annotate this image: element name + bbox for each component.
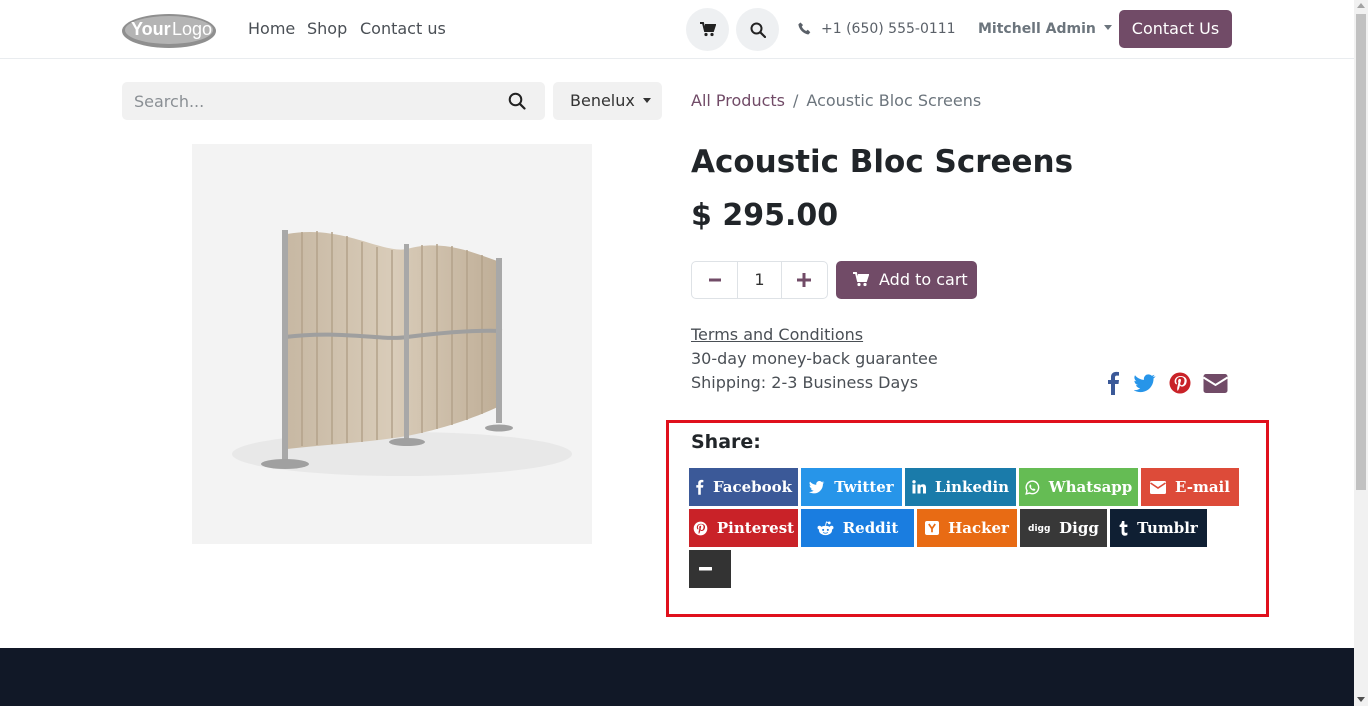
pricelist-dropdown[interactable]: Benelux xyxy=(553,82,662,120)
scroll-thumb[interactable] xyxy=(1356,14,1366,490)
share-reddit-button[interactable]: Reddit xyxy=(801,509,914,547)
email-icon[interactable] xyxy=(1203,371,1228,395)
share-hacker-label: Hacker xyxy=(948,519,1009,537)
quantity-increase-button[interactable] xyxy=(782,262,827,298)
share-pinterest-button[interactable]: Pinterest xyxy=(689,509,798,547)
breadcrumb: All Products / Acoustic Bloc Screens xyxy=(691,91,981,110)
linkedin-icon xyxy=(912,480,926,494)
minus-icon xyxy=(708,278,721,282)
search-input[interactable] xyxy=(122,82,502,120)
share-reddit-label: Reddit xyxy=(842,519,899,537)
chevron-down-icon xyxy=(1103,25,1112,30)
scroll-down-icon[interactable] xyxy=(1357,697,1365,702)
plus-icon xyxy=(797,273,812,287)
share-whatsapp-label: Whatsapp xyxy=(1048,478,1133,496)
quantity-stepper: 1 xyxy=(691,261,828,299)
facebook-icon[interactable] xyxy=(1106,371,1120,395)
share-twitter-button[interactable]: Twitter xyxy=(801,468,902,506)
phone-icon xyxy=(798,22,811,35)
nav-home[interactable]: Home xyxy=(248,19,295,38)
guarantee-text: 30-day money-back guarantee xyxy=(691,349,938,368)
share-whatsapp-button[interactable]: Whatsapp xyxy=(1019,468,1138,506)
tumblr-icon xyxy=(1119,520,1128,536)
whatsapp-icon xyxy=(1024,479,1040,495)
share-hacker-news-button[interactable]: Hacker xyxy=(917,509,1017,547)
product-search xyxy=(122,82,545,120)
quantity-decrease-button[interactable] xyxy=(692,262,737,298)
breadcrumb-separator: / xyxy=(793,91,799,110)
page-scrollbar[interactable] xyxy=(1354,0,1368,706)
phone-number[interactable]: +1 (650) 555-0111 xyxy=(798,21,956,37)
logo[interactable]: Your Logo xyxy=(122,12,217,49)
user-name: Mitchell Admin xyxy=(978,21,1096,37)
twitter-icon[interactable] xyxy=(1134,371,1156,395)
product-price: $ 295.00 xyxy=(691,198,839,233)
share-email-button[interactable]: E-mail xyxy=(1141,468,1239,506)
scroll-up-icon[interactable] xyxy=(1357,3,1365,8)
add-to-cart-button[interactable]: Add to cart xyxy=(836,261,977,299)
pinterest-icon xyxy=(693,521,708,535)
quantity-input[interactable]: 1 xyxy=(737,262,782,298)
product-title: Acoustic Bloc Screens xyxy=(691,144,1074,180)
reddit-icon xyxy=(817,520,834,535)
share-digg-button[interactable]: digg Digg xyxy=(1020,509,1107,547)
terms-link[interactable]: Terms and Conditions xyxy=(691,325,863,344)
search-icon xyxy=(508,92,526,110)
nav-shop[interactable]: Shop xyxy=(307,19,347,38)
cart-icon xyxy=(853,272,870,287)
minus-icon xyxy=(699,567,712,571)
svg-text:digg: digg xyxy=(1028,524,1050,534)
share-email-label: E-mail xyxy=(1175,478,1230,496)
share-digg-label: Digg xyxy=(1059,519,1099,537)
facebook-icon xyxy=(696,479,704,495)
cart-button[interactable] xyxy=(686,8,729,51)
header-search-button[interactable] xyxy=(736,8,779,51)
site-footer xyxy=(0,648,1354,706)
search-submit-button[interactable] xyxy=(508,92,526,114)
share-linkedin-label: Linkedin xyxy=(934,478,1010,496)
share-tumblr-label: Tumblr xyxy=(1137,519,1198,537)
share-facebook-button[interactable]: Facebook xyxy=(689,468,798,506)
twitter-icon xyxy=(809,480,825,494)
site-header: Your Logo Home Shop Contact us +1 (650) … xyxy=(0,0,1354,59)
chevron-down-icon xyxy=(642,98,651,103)
search-icon xyxy=(750,22,766,38)
nav-contact-us[interactable]: Contact us xyxy=(360,19,446,38)
share-facebook-label: Facebook xyxy=(712,478,793,496)
acoustic-screen-image xyxy=(232,230,572,476)
contact-us-button[interactable]: Contact Us xyxy=(1119,10,1232,48)
add-to-cart-label: Add to cart xyxy=(879,270,968,289)
cart-icon xyxy=(699,22,716,37)
svg-text:Your: Your xyxy=(131,19,171,39)
breadcrumb-current: Acoustic Bloc Screens xyxy=(806,91,982,110)
share-tumblr-button[interactable]: Tumblr xyxy=(1110,509,1207,547)
product-image[interactable] xyxy=(192,144,592,544)
share-label: Share: xyxy=(691,431,761,453)
share-pinterest-label: Pinterest xyxy=(716,519,795,537)
pinterest-icon[interactable] xyxy=(1169,371,1191,395)
share-collapse-button[interactable] xyxy=(689,550,731,588)
phone-text: +1 (650) 555-0111 xyxy=(821,21,956,37)
hacker-news-icon xyxy=(925,521,940,535)
breadcrumb-all-products[interactable]: All Products xyxy=(691,91,785,110)
share-twitter-label: Twitter xyxy=(834,478,894,496)
svg-text:Logo: Logo xyxy=(172,19,212,39)
email-icon xyxy=(1150,480,1167,494)
shipping-text: Shipping: 2-3 Business Days xyxy=(691,373,919,392)
pricelist-value: Benelux xyxy=(570,91,635,110)
user-menu[interactable]: Mitchell Admin xyxy=(978,21,1112,37)
digg-icon: digg xyxy=(1028,524,1050,534)
share-linkedin-button[interactable]: Linkedin xyxy=(905,468,1016,506)
